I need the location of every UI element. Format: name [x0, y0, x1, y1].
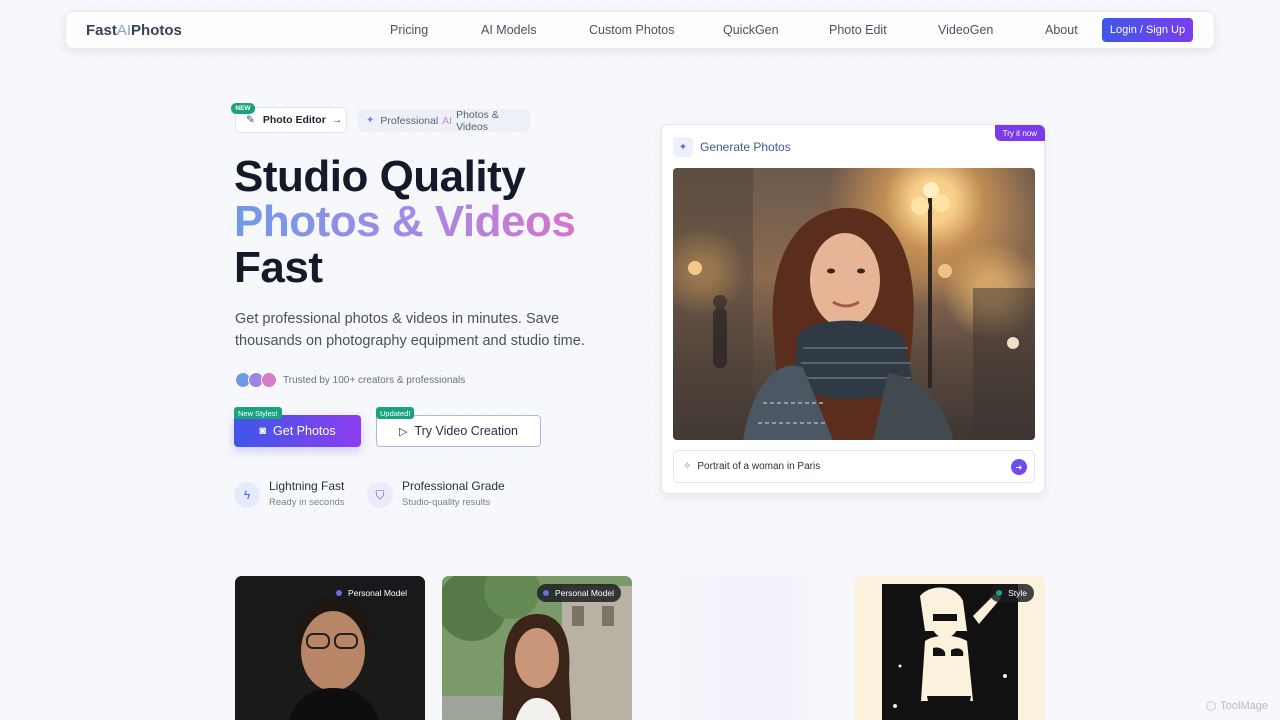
- nav-link-quickgen[interactable]: QuickGen: [723, 23, 779, 37]
- hero-title-line2: Photos & Videos: [234, 197, 576, 246]
- play-icon: ▷: [399, 425, 408, 438]
- feature-subtitle: Ready in seconds: [269, 497, 345, 508]
- nav-link-ai-models[interactable]: AI Models: [481, 23, 537, 37]
- get-photos-label: Get Photos: [273, 424, 336, 438]
- trust-text: Trusted by 100+ creators & professionals: [283, 375, 466, 386]
- sparkle-icon: ✦: [673, 137, 693, 157]
- hero-subtitle: Get professional photos & videos in minu…: [235, 311, 585, 349]
- style-tag: Style: [990, 584, 1034, 602]
- try-video-label: Try Video Creation: [414, 424, 518, 438]
- login-signup-button[interactable]: Login / Sign Up: [1102, 18, 1193, 42]
- arrow-right-icon: →: [331, 114, 343, 126]
- professional-ai-pill: ✦ Professional AI Photos & Videos: [358, 108, 530, 133]
- toolmage-logo-icon: ⬡: [1205, 699, 1217, 713]
- tag-label: Personal Model: [554, 588, 614, 598]
- tag-dot: [542, 590, 549, 596]
- photo-editor-label: Photo Editor: [262, 114, 326, 126]
- pro-pill-text-post: Photos & Videos: [456, 108, 499, 133]
- feature-title: Professional Grade: [402, 479, 505, 493]
- try-video-creation-button[interactable]: ▷ Try Video Creation: [376, 415, 541, 447]
- tag-label: Personal Model: [347, 588, 407, 598]
- personal-model-tag: Personal Model: [329, 584, 414, 602]
- gallery-card[interactable]: Personal Model: [235, 576, 425, 720]
- updated-badge: Updated!: [376, 407, 415, 419]
- generate-photos-card: Try it now ✦ Generate Photos ✧ Portrait …: [661, 124, 1045, 494]
- pro-pill-text-ai: AI: [442, 114, 453, 127]
- nav-link-pricing[interactable]: Pricing: [390, 23, 428, 37]
- pencil-icon: ✎: [246, 114, 255, 126]
- hero-title-line3: Fast: [234, 243, 323, 292]
- try-it-now-tag: Try it now: [994, 125, 1045, 141]
- feature-title: Lightning Fast: [269, 479, 345, 493]
- new-styles-badge: New Styles!: [234, 407, 282, 419]
- portrait-woman-paris-image: [673, 168, 1035, 440]
- sparkle-icon: ✦: [366, 115, 375, 126]
- trust-row: Trusted by 100+ creators & professionals: [235, 372, 465, 389]
- tag-label: Style: [1008, 588, 1027, 598]
- avatar-stack: [235, 372, 279, 389]
- tag-dot: [996, 590, 1003, 596]
- hero-title-line1: Studio Quality: [234, 152, 526, 201]
- personal-model-tag: Personal Model: [536, 584, 621, 602]
- avatar: [261, 372, 277, 388]
- gallery-card[interactable]: Style: [855, 576, 1045, 720]
- gallery-card[interactable]: Personal Model: [442, 576, 632, 720]
- get-photos-button[interactable]: ◙ Get Photos: [234, 415, 361, 447]
- nav-link-photo-edit[interactable]: Photo Edit: [829, 23, 887, 37]
- generate-photos-title: Generate Photos: [700, 140, 791, 154]
- nav-link-about[interactable]: About: [1045, 23, 1078, 37]
- lightning-icon: ϟ: [234, 482, 260, 508]
- new-badge: NEW: [231, 103, 255, 114]
- feature-professional-grade: ⛉ Professional Grade Studio-quality resu…: [367, 479, 505, 508]
- watermark-text: ToolMage: [1220, 700, 1268, 712]
- send-arrow-button[interactable]: ➜: [1011, 459, 1027, 475]
- tag-dot: [335, 590, 342, 596]
- shield-check-icon: ⛉: [367, 482, 393, 508]
- camera-icon: ◙: [259, 425, 267, 437]
- feature-lightning-fast: ϟ Lightning Fast Ready in seconds: [234, 479, 345, 508]
- nav-links: Pricing AI Models Custom Photos QuickGen…: [66, 12, 1214, 48]
- prompt-text: Portrait of a woman in Paris: [697, 461, 821, 472]
- sparkle-icon: ✧: [683, 461, 692, 472]
- pro-pill-text-pre: Professional: [380, 114, 439, 127]
- toolmage-watermark: ⬡ ToolMage: [1206, 699, 1268, 713]
- feature-subtitle: Studio-quality results: [402, 497, 491, 508]
- prompt-input[interactable]: ✧ Portrait of a woman in Paris ➜: [673, 450, 1035, 483]
- generate-photos-header: ✦ Generate Photos: [673, 137, 791, 157]
- nav-link-custom-photos[interactable]: Custom Photos: [589, 23, 674, 37]
- generated-photo-preview: [673, 168, 1035, 440]
- top-navbar: FastAIPhotos Pricing AI Models Custom Ph…: [65, 11, 1215, 49]
- gallery-card-loading[interactable]: [648, 576, 838, 720]
- nav-link-videogen[interactable]: VideoGen: [938, 23, 993, 37]
